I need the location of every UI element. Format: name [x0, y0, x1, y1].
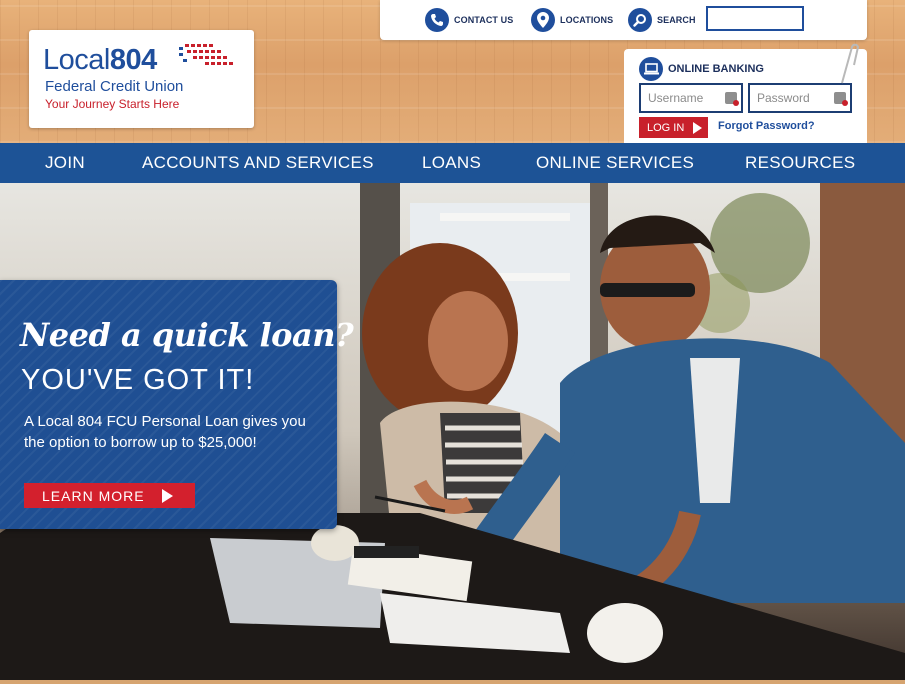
- learn-more-label: LEARN MORE: [42, 487, 145, 504]
- username-placeholder: Username: [648, 91, 704, 105]
- map-pin-icon: [531, 8, 555, 32]
- online-banking-title: ONLINE BANKING: [668, 63, 764, 75]
- nav-item-join[interactable]: JOIN: [45, 153, 85, 173]
- lock-shackle-icon: [841, 43, 860, 84]
- nav-item-loans[interactable]: LOANS: [422, 153, 481, 173]
- play-arrow-icon: [161, 488, 173, 503]
- logo-name-part2: 804: [109, 44, 157, 76]
- login-label: LOG IN: [647, 121, 685, 134]
- logo-tagline: Your Journey Starts Here: [45, 97, 180, 111]
- login-button[interactable]: LOG IN: [639, 117, 708, 138]
- logo-name-part1: Local: [43, 44, 110, 76]
- nav-item-resources[interactable]: RESOURCES: [745, 153, 855, 173]
- logo-subtitle: Federal Credit Union: [45, 78, 184, 95]
- search-link[interactable]: SEARCH: [628, 8, 696, 32]
- locations-link[interactable]: LOCATIONS: [531, 8, 613, 32]
- laptop-icon: [639, 57, 663, 81]
- online-banking-heading: ONLINE BANKING: [639, 57, 764, 81]
- promo-card: Need a quick loan? YOU'VE GOT IT! A Loca…: [0, 280, 354, 529]
- logo[interactable]: Local804 Federal Credit Union Your Journ…: [29, 30, 254, 128]
- learn-more-button[interactable]: LEARN MORE: [24, 483, 195, 508]
- search-label: SEARCH: [657, 15, 696, 25]
- nav-item-online-services[interactable]: ONLINE SERVICES: [536, 153, 694, 173]
- promo-heading: YOU'VE GOT IT!: [21, 364, 255, 396]
- utility-bar: CONTACT US LOCATIONS SEARCH: [380, 0, 867, 40]
- promo-body-text: A Local 804 FCU Personal Loan gives you …: [24, 413, 306, 451]
- footer-strip: [0, 680, 905, 684]
- phone-icon: [425, 8, 449, 32]
- main-nav: JOIN ACCOUNTS AND SERVICES LOANS ONLINE …: [0, 143, 905, 183]
- locations-label: LOCATIONS: [560, 15, 614, 25]
- magnifier-icon: [628, 8, 652, 32]
- logo-wordmark: Local804: [43, 44, 157, 77]
- promo-script-heading: Need a quick loan?: [20, 316, 354, 354]
- flag-grid-icon: [179, 44, 233, 65]
- password-manager-icon[interactable]: [725, 92, 739, 106]
- username-field[interactable]: Username: [639, 83, 743, 113]
- search-input[interactable]: [706, 6, 804, 31]
- nav-item-accounts-and-services[interactable]: ACCOUNTS AND SERVICES: [142, 153, 374, 173]
- forgot-password-link[interactable]: Forgot Password?: [718, 120, 815, 132]
- password-field[interactable]: Password: [748, 83, 852, 113]
- password-manager-icon[interactable]: [834, 92, 848, 106]
- online-banking-panel: ONLINE BANKING Username Password LOG IN …: [624, 43, 867, 143]
- password-placeholder: Password: [757, 91, 810, 105]
- contact-us-link[interactable]: CONTACT US: [425, 8, 513, 32]
- header: Local804 Federal Credit Union Your Journ…: [0, 0, 905, 143]
- play-arrow-icon: [693, 121, 703, 134]
- contact-us-label: CONTACT US: [454, 15, 514, 25]
